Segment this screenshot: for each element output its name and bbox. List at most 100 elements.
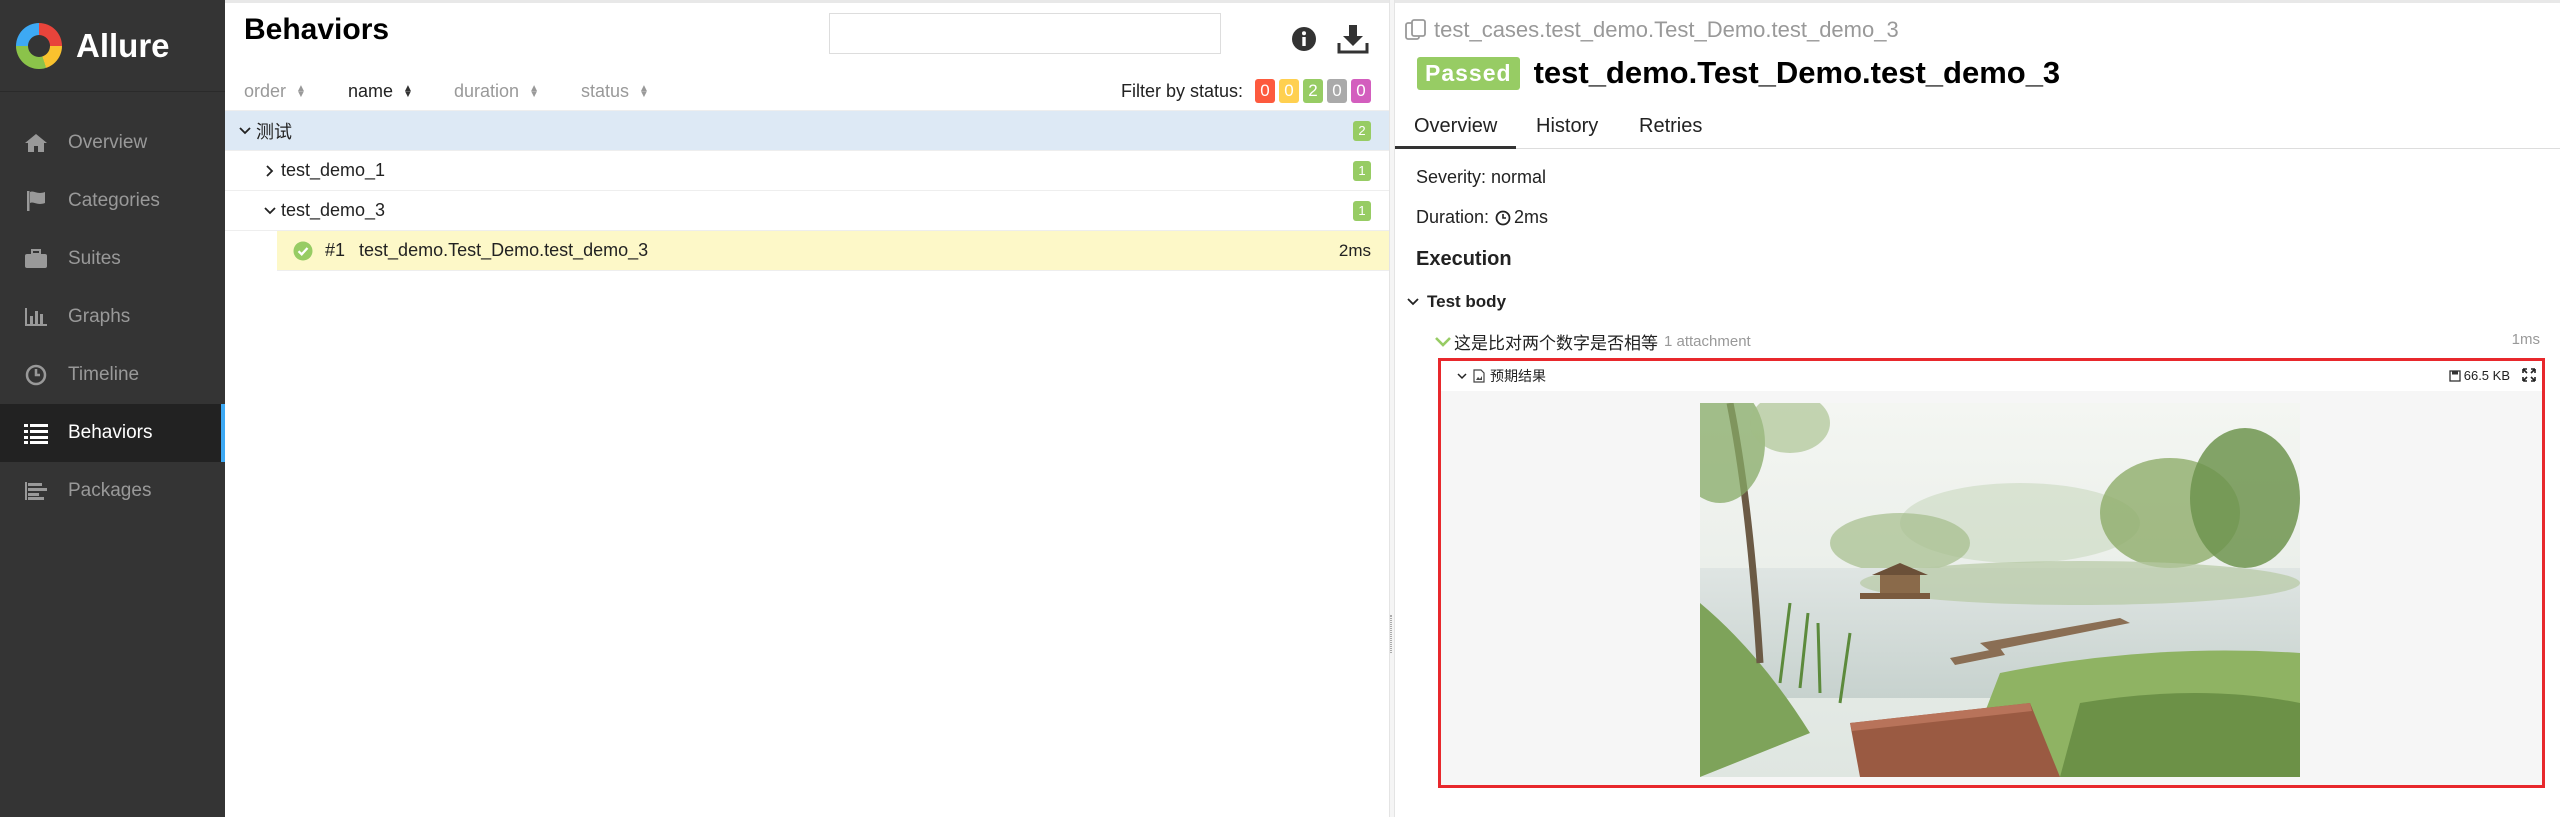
behaviors-tree: 测试 2 test_demo_1 1 test_demo_3 1 #1 test… (225, 111, 1389, 271)
sort-bar: order ▲ ▼ name ▲ ▼ duration ▲ ▼ status ▲ ▼ F… (225, 73, 1389, 111)
download-icon[interactable] (1336, 23, 1370, 55)
tab-overview[interactable]: Overview (1395, 111, 1517, 149)
test-title: test_demo.Test_Demo.test_demo_3 (1533, 55, 2061, 90)
tree-child-label: test_demo_3 (281, 200, 386, 220)
behaviors-panel: Behaviors order ▲ ▼ name ▲ ▼ duration ▲ ▼ s… (225, 0, 1389, 817)
sidebar-item-packages[interactable]: Packages (0, 462, 225, 520)
sort-status-label: status (581, 81, 630, 101)
attachment-size-value: 66.5 KB (2463, 368, 2510, 383)
tree-count-badge: 1 (1353, 161, 1371, 181)
sort-arrows-icon: ▲ ▼ (639, 82, 649, 100)
test-case-row[interactable]: #1 test_demo.Test_Demo.test_demo_3 2ms (277, 231, 1389, 271)
severity-text: Severity: normal (1416, 167, 1547, 187)
step-row[interactable]: 这是比对两个数字是否相等 1 attachment 1ms (1435, 329, 2540, 354)
sidebar-item-graphs[interactable]: Graphs (0, 288, 225, 346)
info-icon[interactable] (1290, 25, 1318, 53)
test-full-path: test_cases.test_demo.Test_Demo.test_demo… (1434, 17, 1899, 42)
sidebar-item-label: Suites (68, 248, 121, 269)
tree-group-row[interactable]: 测试 2 (225, 111, 1389, 151)
tree-child-row[interactable]: test_demo_1 1 (225, 151, 1389, 191)
allure-logo (16, 22, 62, 69)
flag-icon (22, 188, 50, 214)
chevron-down-icon (1407, 298, 1419, 306)
step-label: 这是比对两个数字是否相等 (1454, 334, 1658, 353)
brand-name: Allure (76, 26, 170, 64)
attachment-header[interactable]: 预期结果 66.5 KB (1441, 361, 2542, 391)
sidebar-item-overview[interactable]: Overview (0, 114, 225, 172)
execution-heading: Execution (1416, 248, 1512, 270)
search-input[interactable] (829, 13, 1221, 54)
allure-report: Allure Overview Categories Suites Graphs… (0, 0, 2560, 817)
sort-duration[interactable]: duration ▲ ▼ (454, 81, 539, 102)
sidebar-item-label: Graphs (68, 306, 131, 327)
sidebar-item-timeline[interactable]: Timeline (0, 346, 225, 404)
sidebar-nav: Overview Categories Suites Graphs Timeli… (0, 114, 225, 520)
home-icon (22, 130, 50, 156)
list-icon (22, 420, 50, 446)
tree-count-badge: 1 (1353, 201, 1371, 221)
chevron-down-icon (1457, 372, 1467, 380)
sort-name-label: name (348, 81, 394, 101)
clock-icon (1495, 210, 1511, 226)
sidebar-item-suites[interactable]: Suites (0, 230, 225, 288)
test-body-toggle[interactable]: Test body (1407, 292, 1506, 312)
filter-passed-badge[interactable]: 2 (1303, 79, 1323, 103)
sidebar-item-categories[interactable]: Categories (0, 172, 225, 230)
sort-arrows-icon: ▲ ▼ (296, 82, 306, 100)
chevron-down-icon (1435, 336, 1451, 347)
test-detail-panel: test_cases.test_demo.Test_Demo.test_demo… (1395, 0, 2560, 817)
drag-handle-icon[interactable] (1390, 615, 1392, 653)
tree-count-badge: 2 (1353, 121, 1371, 141)
test-body-label: Test body (1427, 292, 1507, 311)
filter-label: Filter by status: (1120, 80, 1243, 101)
sort-arrows-icon: ▲ ▼ (529, 82, 539, 100)
duration-value: 2ms (1514, 207, 1549, 227)
status-badge: Passed (1417, 56, 1520, 90)
fullscreen-icon[interactable] (2522, 368, 2536, 385)
filter-unknown-badge[interactable]: 0 (1351, 79, 1371, 103)
test-case-name: test_demo.Test_Demo.test_demo_3 (359, 240, 649, 260)
test-case-index: #1 (325, 240, 346, 260)
test-case-duration: 2ms (1338, 241, 1371, 260)
bar-chart-icon (22, 304, 50, 330)
sort-name[interactable]: name ▲ ▼ (348, 81, 413, 102)
tab-retries[interactable]: Retries (1620, 111, 1721, 149)
sidebar-item-label: Overview (68, 132, 148, 153)
chevron-down-icon (263, 204, 277, 218)
tree-child-row[interactable]: test_demo_3 1 (225, 191, 1389, 231)
copy-icon[interactable] (1404, 18, 1428, 42)
step-attachment-count: 1 attachment (1664, 333, 1751, 350)
sidebar-item-label: Categories (68, 190, 160, 211)
status-filter: Filter by status: 0 0 2 0 0 (1121, 79, 1371, 103)
sidebar-item-label: Packages (68, 480, 152, 501)
page-title: Behaviors (244, 13, 390, 46)
filter-failed-badge[interactable]: 0 (1255, 79, 1275, 103)
attachment-name: 预期结果 (1490, 368, 1546, 384)
sidebar-item-behaviors[interactable]: Behaviors (0, 404, 225, 462)
brand[interactable]: Allure (0, 0, 225, 92)
detail-tabs: Overview History Retries (1395, 105, 2560, 149)
tree-group-label: 测试 (256, 121, 292, 142)
breadcrumb: test_cases.test_demo.Test_Demo.test_demo… (1404, 17, 1899, 43)
sidebar-item-label: Timeline (68, 364, 140, 385)
sort-duration-label: duration (454, 81, 520, 101)
sidebar: Allure Overview Categories Suites Graphs… (0, 0, 225, 817)
image-file-icon (1473, 369, 1485, 383)
passed-check-icon (293, 241, 313, 261)
tab-history[interactable]: History (1517, 111, 1617, 149)
save-icon (2449, 369, 2461, 382)
duration-label: Duration: (1416, 207, 1490, 227)
step-duration: 1ms (2511, 331, 2540, 348)
clock-icon (22, 362, 50, 388)
briefcase-icon (22, 246, 50, 272)
test-header: Passed test_demo.Test_Demo.test_demo_3 (1417, 55, 2060, 91)
sort-order[interactable]: order ▲ ▼ (244, 81, 306, 102)
chevron-right-icon (263, 164, 277, 178)
chevron-down-icon (238, 124, 252, 138)
attachment-size: 66.5 KB (2449, 368, 2510, 383)
filter-skipped-badge[interactable]: 0 (1327, 79, 1347, 103)
filter-broken-badge[interactable]: 0 (1279, 79, 1299, 103)
tree-child-label: test_demo_1 (281, 160, 386, 180)
sort-status[interactable]: status ▲ ▼ (581, 81, 649, 102)
duration-row: Duration: 2ms (1416, 207, 1548, 228)
